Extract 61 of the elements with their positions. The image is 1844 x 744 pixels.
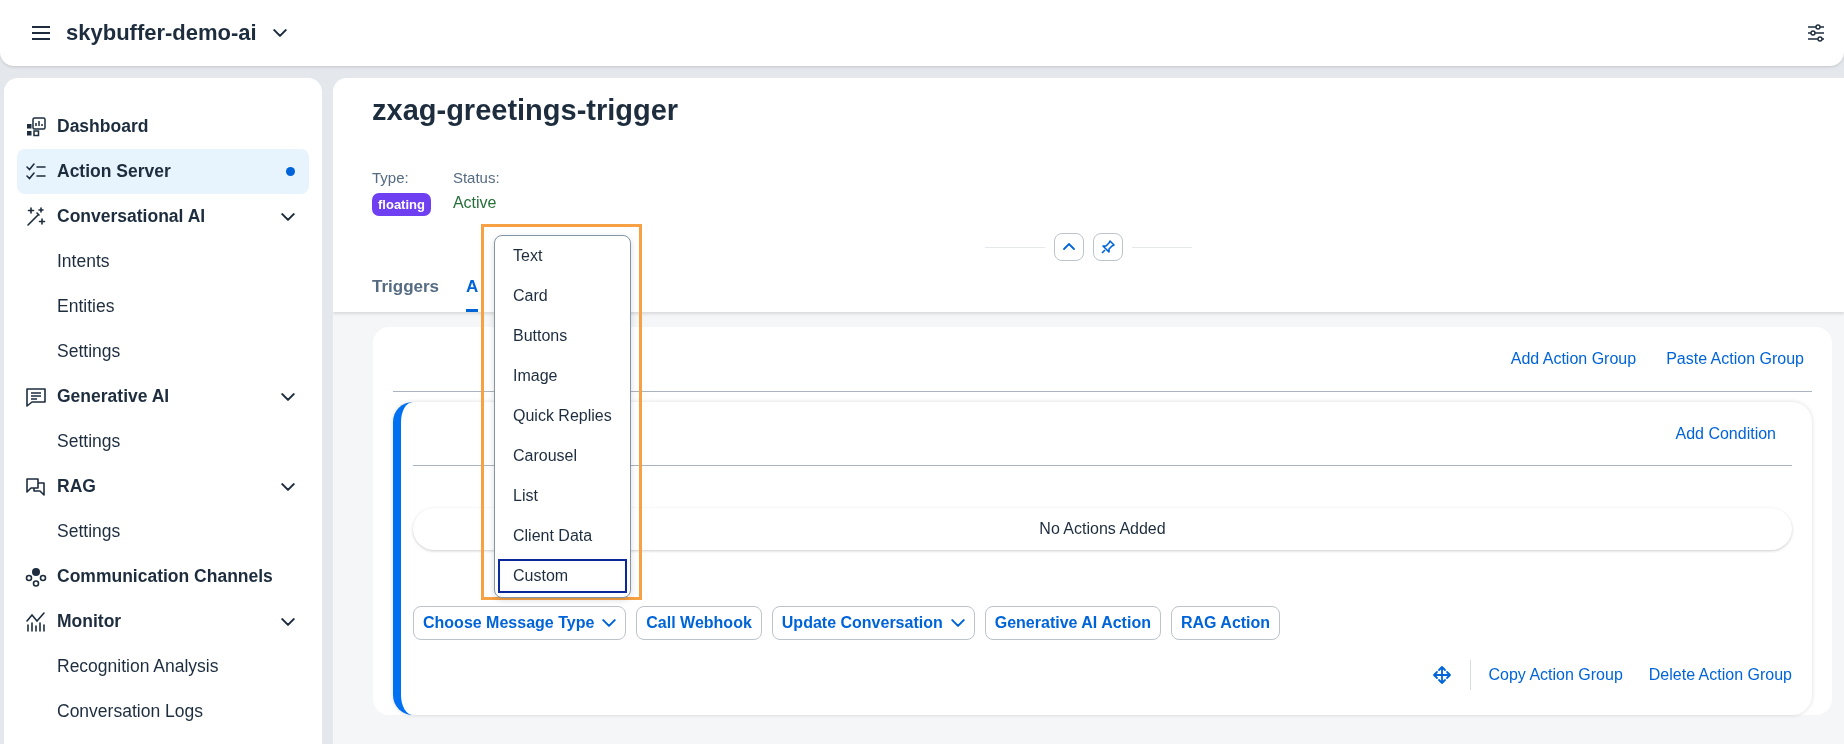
nav-item[interactable]: Dashboard [17, 104, 309, 149]
nav-item[interactable]: Conversation Logs [17, 689, 309, 734]
nav-magic-wand-icon [25, 205, 47, 228]
nav-item[interactable]: Settings [17, 509, 309, 554]
nav-item[interactable]: Settings [17, 329, 309, 374]
pin-icon [1100, 239, 1116, 255]
type-badge: floating [372, 193, 431, 216]
nav-item[interactable]: Entities [17, 284, 309, 329]
nav-chat-bubbles-icon [25, 475, 47, 498]
chevron-down-icon [602, 619, 617, 627]
status-value: Active [452, 194, 497, 212]
add-condition-link[interactable]: Add Condition [1675, 424, 1776, 443]
pin-header-button[interactable] [1093, 233, 1123, 261]
action-button[interactable]: RAG Action [1170, 606, 1281, 640]
menu-item[interactable]: Card [498, 276, 627, 316]
settings-icon[interactable] [1806, 23, 1826, 43]
nav-item[interactable]: Conversational AI [17, 194, 309, 239]
chevron-down-icon[interactable] [281, 482, 295, 491]
page-title: zxag-greetings-trigger [372, 93, 680, 128]
menu-item[interactable]: Text [498, 236, 627, 276]
toolbar-link[interactable]: Add Action Group [1510, 350, 1637, 368]
nav-item[interactable]: Monitor [17, 599, 309, 644]
toolbar-link[interactable]: Paste Action Group [1666, 350, 1804, 368]
group-link[interactable]: Copy Action Group [1488, 666, 1623, 684]
action-button[interactable]: Generative AI Action [984, 606, 1161, 640]
nav-item[interactable]: Recognition Analysis [17, 644, 309, 689]
nav-nodes-icon [25, 565, 47, 588]
menu-item[interactable]: Client Data [498, 516, 627, 556]
nav-item[interactable]: Communication Channels [17, 554, 309, 599]
nav-item[interactable]: Intents [17, 239, 309, 284]
active-dot [286, 167, 295, 176]
collapse-header-button[interactable] [1054, 233, 1084, 261]
chevron-down-icon[interactable] [281, 212, 295, 221]
menu-item[interactable]: Buttons [498, 316, 627, 356]
chevron-down-icon [950, 619, 965, 627]
nav-item[interactable]: RAG [17, 464, 309, 509]
nav-item[interactable]: Generative AI [17, 374, 309, 419]
nav-chart-icon [25, 610, 47, 633]
group-link[interactable]: Delete Action Group [1648, 666, 1792, 684]
chevron-down-icon[interactable] [281, 617, 295, 626]
app-title: skybuffer-demo-ai [66, 20, 257, 46]
menu-item[interactable]: Quick Replies [498, 396, 627, 436]
nav-item[interactable]: Settings [17, 419, 309, 464]
action-button[interactable]: Call Webhook [636, 606, 762, 640]
dropdown-button[interactable]: Choose Message Type [413, 606, 627, 640]
chevron-down-icon[interactable] [272, 29, 287, 37]
menu-item[interactable]: Carousel [498, 436, 627, 476]
menu-item[interactable]: Custom [498, 559, 627, 593]
field-label: Type: [372, 169, 410, 188]
tab[interactable]: A [466, 262, 479, 312]
nav-item[interactable]: Action Server [17, 149, 309, 194]
nav-checklist-icon [25, 160, 47, 183]
chevron-down-icon[interactable] [281, 392, 295, 401]
field-label: Status: [452, 169, 500, 188]
nav-chat-icon [25, 385, 47, 408]
nav-dashboard-icon [25, 115, 47, 138]
menu-item[interactable]: List [498, 476, 627, 516]
dropdown-button[interactable]: Update Conversation [771, 606, 975, 640]
tab[interactable]: Triggers [372, 262, 440, 312]
menu-item[interactable]: Image [498, 356, 627, 396]
move-icon[interactable] [1431, 665, 1452, 685]
